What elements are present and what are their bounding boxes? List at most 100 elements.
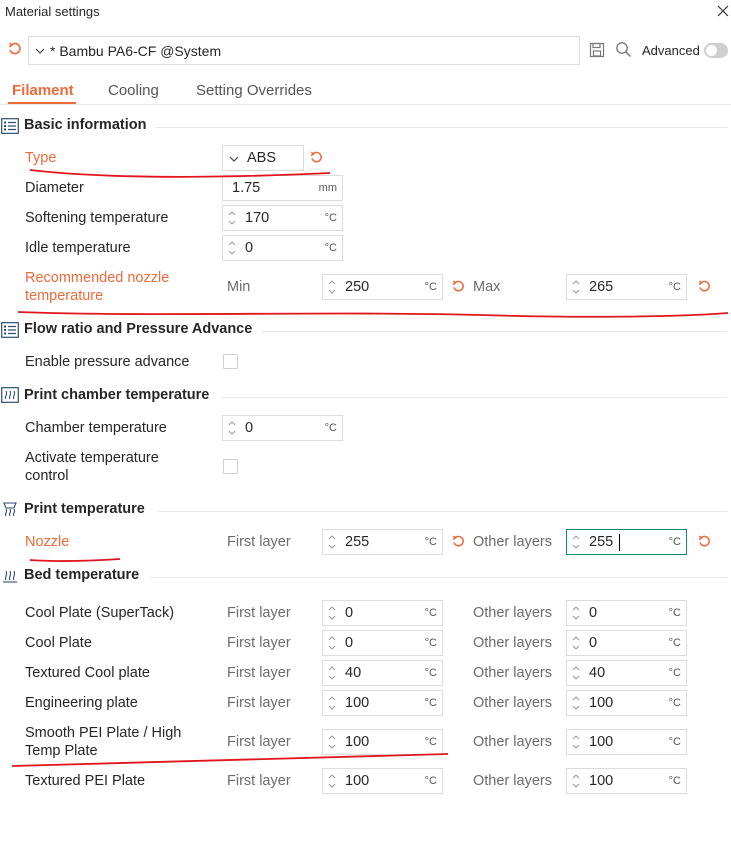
spinner-icon[interactable]	[327, 533, 337, 551]
celsius-unit: °C	[424, 667, 437, 679]
bed-other-layers-label: Other layers	[473, 773, 552, 789]
celsius-unit: °C	[668, 775, 681, 787]
diameter-unit: mm	[318, 182, 337, 194]
tab-cooling[interactable]: Cooling	[108, 82, 159, 99]
celsius-unit: °C	[424, 775, 437, 787]
annotation-underline-nozzle	[29, 558, 121, 562]
spinner-icon[interactable]	[571, 733, 581, 751]
bed-plate-label: Cool Plate (SuperTack)	[25, 605, 175, 621]
spinner-icon[interactable]	[327, 694, 337, 712]
max-nozzle-temperature-input[interactable]: 265 °C	[566, 274, 687, 300]
celsius-unit: °C	[668, 536, 681, 548]
min-nozzle-temperature-input[interactable]: 250 °C	[322, 274, 443, 300]
bed-other-layers-input[interactable]: 0 °C	[566, 600, 687, 626]
chamber-temperature-value: 0	[245, 420, 254, 436]
celsius-unit: °C	[668, 667, 681, 679]
reset-icon[interactable]	[451, 279, 466, 294]
celsius-unit: °C	[668, 736, 681, 748]
spinner-icon[interactable]	[571, 533, 581, 551]
pressure-advance-checkbox[interactable]	[223, 354, 238, 369]
bed-other-layers-input[interactable]: 40 °C	[566, 660, 687, 686]
type-select[interactable]: ABS	[222, 145, 304, 171]
chevron-down-icon	[229, 156, 239, 162]
bed-other-layers-label: Other layers	[473, 665, 552, 681]
spinner-icon[interactable]	[327, 664, 337, 682]
reset-icon[interactable]	[697, 534, 712, 549]
text-cursor	[619, 534, 620, 551]
max-nozzle-temperature-value: 265	[589, 279, 614, 295]
bed-other-layers-input[interactable]: 100 °C	[566, 768, 687, 794]
celsius-unit: °C	[424, 736, 437, 748]
softening-temperature-input[interactable]: 170 °C	[222, 205, 343, 231]
bed-plate-label: Engineering plate	[25, 695, 138, 711]
bed-other-layers-input[interactable]: 100 °C	[566, 690, 687, 716]
bed-other-layers-label: Other layers	[473, 734, 552, 750]
spinner-icon[interactable]	[571, 278, 581, 296]
bed-other-layers-input[interactable]: 0 °C	[566, 630, 687, 656]
nozzle-other-layers-value: 255	[589, 534, 614, 550]
spinner-icon[interactable]	[227, 209, 237, 227]
activate-temperature-label: Activate temperature	[25, 450, 159, 466]
spinner-icon[interactable]	[327, 634, 337, 652]
section-print-temperature: Print temperature	[24, 501, 145, 517]
bed-other-layers-label: Other layers	[473, 695, 552, 711]
bed-first-layer-input[interactable]: 40 °C	[322, 660, 443, 686]
diameter-input[interactable]: 1.75 mm	[222, 175, 343, 201]
reset-icon[interactable]	[309, 150, 324, 165]
diameter-label: Diameter	[25, 180, 84, 196]
bed-other-layers-value: 0	[589, 635, 598, 651]
chamber-temperature-input[interactable]: 0 °C	[222, 415, 343, 441]
bed-first-layer-label: First layer	[227, 635, 291, 651]
nozzle-first-layer-input[interactable]: 255 °C	[322, 529, 443, 555]
idle-temperature-value: 0	[245, 240, 254, 256]
tab-setting-overrides[interactable]: Setting Overrides	[196, 82, 312, 99]
advanced-toggle[interactable]	[704, 43, 728, 58]
celsius-unit: °C	[424, 637, 437, 649]
reset-preset-icon[interactable]	[7, 41, 23, 57]
search-icon[interactable]	[615, 41, 632, 58]
spinner-icon[interactable]	[571, 772, 581, 790]
pressure-advance-label: Enable pressure advance	[25, 354, 190, 370]
bed-first-layer-input[interactable]: 0 °C	[322, 600, 443, 626]
idle-temperature-label: Idle temperature	[25, 240, 131, 256]
section-divider	[158, 511, 727, 512]
celsius-unit: °C	[424, 281, 437, 293]
reset-icon[interactable]	[451, 534, 466, 549]
spinner-icon[interactable]	[227, 239, 237, 257]
spinner-icon[interactable]	[571, 634, 581, 652]
celsius-unit: °C	[668, 607, 681, 619]
nozzle-other-layers-input[interactable]: 255 °C	[566, 529, 687, 555]
spinner-icon[interactable]	[327, 604, 337, 622]
bed-first-layer-value: 40	[345, 665, 362, 681]
tab-divider	[0, 104, 731, 105]
spinner-icon[interactable]	[227, 419, 237, 437]
nozzle-first-layer-value: 255	[345, 534, 370, 550]
spinner-icon[interactable]	[327, 278, 337, 296]
bed-first-layer-input[interactable]: 100 °C	[322, 690, 443, 716]
bed-other-layers-input[interactable]: 100 °C	[566, 729, 687, 755]
activate-temperature-label-line2: control	[25, 468, 69, 484]
spinner-icon[interactable]	[327, 733, 337, 751]
softening-temperature-value: 170	[245, 210, 270, 226]
bed-first-layer-value: 100	[345, 695, 370, 711]
spinner-icon[interactable]	[327, 772, 337, 790]
activate-temperature-checkbox[interactable]	[223, 459, 238, 474]
save-icon[interactable]	[589, 42, 605, 58]
reset-icon[interactable]	[697, 279, 712, 294]
tab-filament[interactable]: Filament	[12, 82, 74, 99]
celsius-unit: °C	[324, 212, 337, 224]
celsius-unit: °C	[668, 637, 681, 649]
bed-first-layer-input[interactable]: 0 °C	[322, 630, 443, 656]
bed-first-layer-input[interactable]: 100 °C	[322, 768, 443, 794]
preset-select[interactable]: * Bambu PA6-CF @System	[28, 36, 580, 65]
window-title: Material settings	[5, 4, 100, 19]
nozzle-first-layer-label: First layer	[227, 534, 291, 550]
spinner-icon[interactable]	[571, 604, 581, 622]
spinner-icon[interactable]	[571, 694, 581, 712]
recommended-nozzle-label: Recommended nozzle	[25, 270, 170, 286]
type-value: ABS	[247, 150, 277, 166]
close-icon[interactable]	[715, 3, 731, 19]
bed-first-layer-input[interactable]: 100 °C	[322, 729, 443, 755]
idle-temperature-input[interactable]: 0 °C	[222, 235, 343, 261]
spinner-icon[interactable]	[571, 664, 581, 682]
